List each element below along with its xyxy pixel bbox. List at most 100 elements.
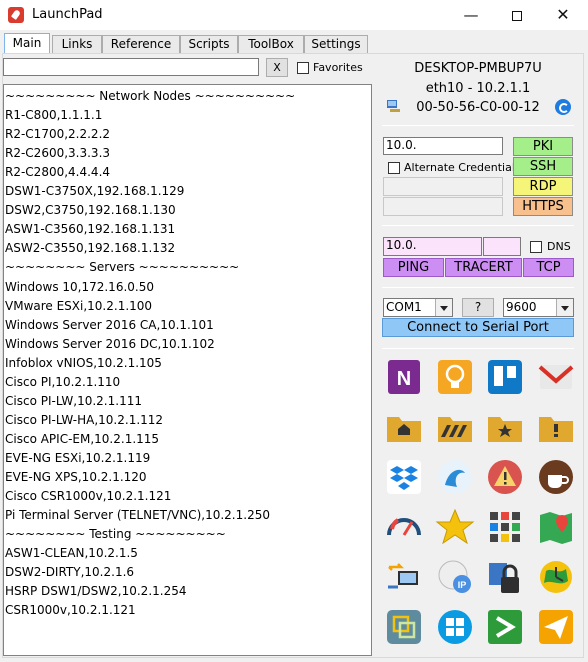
diag-port-input[interactable] <box>483 237 521 256</box>
minimize-button[interactable]: — <box>448 0 494 30</box>
tab-links[interactable]: Links <box>52 35 102 53</box>
list-item[interactable]: Windows Server 2016 DC,10.1.102 <box>5 336 215 353</box>
serial-help-button[interactable]: ? <box>462 298 494 317</box>
list-item[interactable]: DSW1-C3750X,192.168.1.129 <box>5 183 184 200</box>
grid-apps-icon[interactable] <box>485 507 525 547</box>
network-transfer-icon[interactable] <box>384 557 424 597</box>
speedometer-icon[interactable] <box>384 507 424 547</box>
vmware-icon[interactable] <box>384 607 424 647</box>
https-button[interactable]: HTTPS <box>513 197 573 216</box>
lightbulb-icon[interactable] <box>435 357 475 397</box>
com-port-select[interactable]: COM1 <box>383 298 453 317</box>
list-item[interactable]: Cisco CSR1000v,10.2.1.121 <box>5 488 171 505</box>
interface-info: eth10 - 10.2.1.1 <box>425 81 531 96</box>
gmail-icon[interactable] <box>536 357 576 397</box>
connect-serial-button[interactable]: Connect to Serial Port <box>382 318 574 337</box>
list-item[interactable]: ASW2-C3550,192.168.1.132 <box>5 240 175 257</box>
list-item[interactable]: R1-C800,1.1.1.1 <box>5 107 102 124</box>
list-item[interactable]: Cisco PI-LW,10.2.1.111 <box>5 393 142 410</box>
dns-label: DNS <box>547 240 571 253</box>
list-item[interactable]: DSW2,C3750,192.168.1.130 <box>5 202 176 219</box>
divider <box>382 348 574 349</box>
list-item[interactable]: R2-C1700,2.2.2.2 <box>5 126 110 143</box>
favorites-checkbox[interactable] <box>297 62 309 74</box>
paper-plane-icon[interactable] <box>536 607 576 647</box>
list-item[interactable]: HSRP DSW1/DSW2,10.2.1.254 <box>5 583 187 600</box>
tcp-button[interactable]: TCP <box>523 258 574 277</box>
dropbox-icon[interactable] <box>384 457 424 497</box>
tracert-button[interactable]: TRACERT <box>445 258 522 277</box>
favorites-folder-icon[interactable] <box>485 407 525 447</box>
home-folder-icon[interactable] <box>384 407 424 447</box>
window-title: LaunchPad <box>32 7 103 22</box>
java-icon[interactable] <box>536 457 576 497</box>
svg-text:IP: IP <box>457 580 466 590</box>
wireshark-icon[interactable] <box>435 457 475 497</box>
list-item[interactable]: Cisco PI-LW-HA,10.2.1.112 <box>5 412 163 429</box>
list-item[interactable]: CSR1000v,10.2.1.121 <box>5 602 136 619</box>
connect-address-input[interactable]: 10.0. <box>383 137 503 155</box>
list-item[interactable]: Pi Terminal Server (TELNET/VNC),10.2.1.2… <box>5 507 270 524</box>
trello-icon[interactable] <box>485 357 525 397</box>
maximize-button[interactable] <box>494 0 540 30</box>
list-item[interactable]: EVE-NG XPS,10.2.1.120 <box>5 469 147 486</box>
star-icon[interactable] <box>435 507 475 547</box>
divider <box>382 125 574 126</box>
node-list[interactable]: ~~~~~~~~~ Network Nodes ~~~~~~~~~~ R1-C80… <box>3 84 372 656</box>
list-item[interactable]: ~~~~~~~~ Servers ~~~~~~~~~~ <box>5 259 239 276</box>
list-item[interactable]: ASW1-C3560,192.168.1.131 <box>5 221 175 238</box>
list-item[interactable]: R2-C2800,4.4.4.4 <box>5 164 110 181</box>
title-bar: LaunchPad — ✕ <box>0 0 588 30</box>
dns-checkbox[interactable] <box>530 241 542 253</box>
list-item[interactable]: Cisco PI,10.2.1.110 <box>5 374 120 391</box>
list-item[interactable]: Cisco APIC-EM,10.2.1.115 <box>5 431 159 448</box>
refresh-icon[interactable] <box>555 99 571 115</box>
maps-icon[interactable] <box>536 507 576 547</box>
list-item[interactable]: ASW1-CLEAN,10.2.1.5 <box>5 545 138 562</box>
tab-reference[interactable]: Reference <box>102 35 180 53</box>
list-item[interactable]: ~~~~~~~~~ Network Nodes ~~~~~~~~~~ <box>5 88 295 105</box>
username-field <box>383 177 503 196</box>
tab-settings[interactable]: Settings <box>304 35 368 53</box>
list-item[interactable]: R2-C2600,3.3.3.3 <box>5 145 110 162</box>
filter-input[interactable] <box>3 58 259 76</box>
list-item[interactable]: EVE-NG ESXi,10.2.1.119 <box>5 450 150 467</box>
list-item[interactable]: DSW2-DIRTY,10.2.1.6 <box>5 564 134 581</box>
terminal-icon[interactable] <box>485 607 525 647</box>
svg-text:N: N <box>397 368 411 390</box>
host-name: DESKTOP-PMBUP7U <box>414 61 542 76</box>
list-item[interactable]: VMware ESXi,10.2.1.100 <box>5 298 152 315</box>
password-field <box>383 197 503 216</box>
close-button[interactable]: ✕ <box>540 0 586 30</box>
tab-main[interactable]: Main <box>4 33 50 53</box>
ssh-button[interactable]: SSH <box>513 157 573 176</box>
ip-globe-icon[interactable]: IP <box>435 557 475 597</box>
list-item[interactable]: ~~~~~~~~ Testing ~~~~~~~~~ <box>5 526 226 543</box>
pki-button[interactable]: PKI <box>513 137 573 156</box>
alternate-credentials-label: Alternate Credentials <box>404 161 521 174</box>
list-item[interactable]: Windows Server 2016 CA,10.1.101 <box>5 317 214 334</box>
alternate-credentials-checkbox[interactable] <box>388 162 400 174</box>
baud-rate-value: 9600 <box>506 300 537 314</box>
list-item[interactable]: Windows 10,172.16.0.50 <box>5 279 154 296</box>
rdp-button[interactable]: RDP <box>513 177 573 196</box>
warning-icon[interactable] <box>485 457 525 497</box>
maximize-icon <box>512 10 522 21</box>
baud-rate-select[interactable]: 9600 <box>503 298 574 317</box>
favorites-label: Favorites <box>313 61 363 74</box>
clear-filter-button[interactable]: X <box>266 58 288 77</box>
tab-toolbox[interactable]: ToolBox <box>238 35 304 53</box>
diag-address-input[interactable]: 10.0. <box>383 237 482 256</box>
striped-folder-icon[interactable] <box>435 407 475 447</box>
onenote-icon[interactable]: N <box>384 357 424 397</box>
lock-icon[interactable] <box>485 557 525 597</box>
clock-globe-icon[interactable] <box>536 557 576 597</box>
alert-folder-icon[interactable] <box>536 407 576 447</box>
network-card-icon[interactable] <box>386 99 402 113</box>
windows-icon[interactable] <box>435 607 475 647</box>
mac-address: 00-50-56-C0-00-12 <box>416 100 540 115</box>
ping-button[interactable]: PING <box>383 258 444 277</box>
tab-scripts[interactable]: Scripts <box>180 35 238 53</box>
divider <box>382 225 574 226</box>
list-item[interactable]: Infoblox vNIOS,10.2.1.105 <box>5 355 162 372</box>
